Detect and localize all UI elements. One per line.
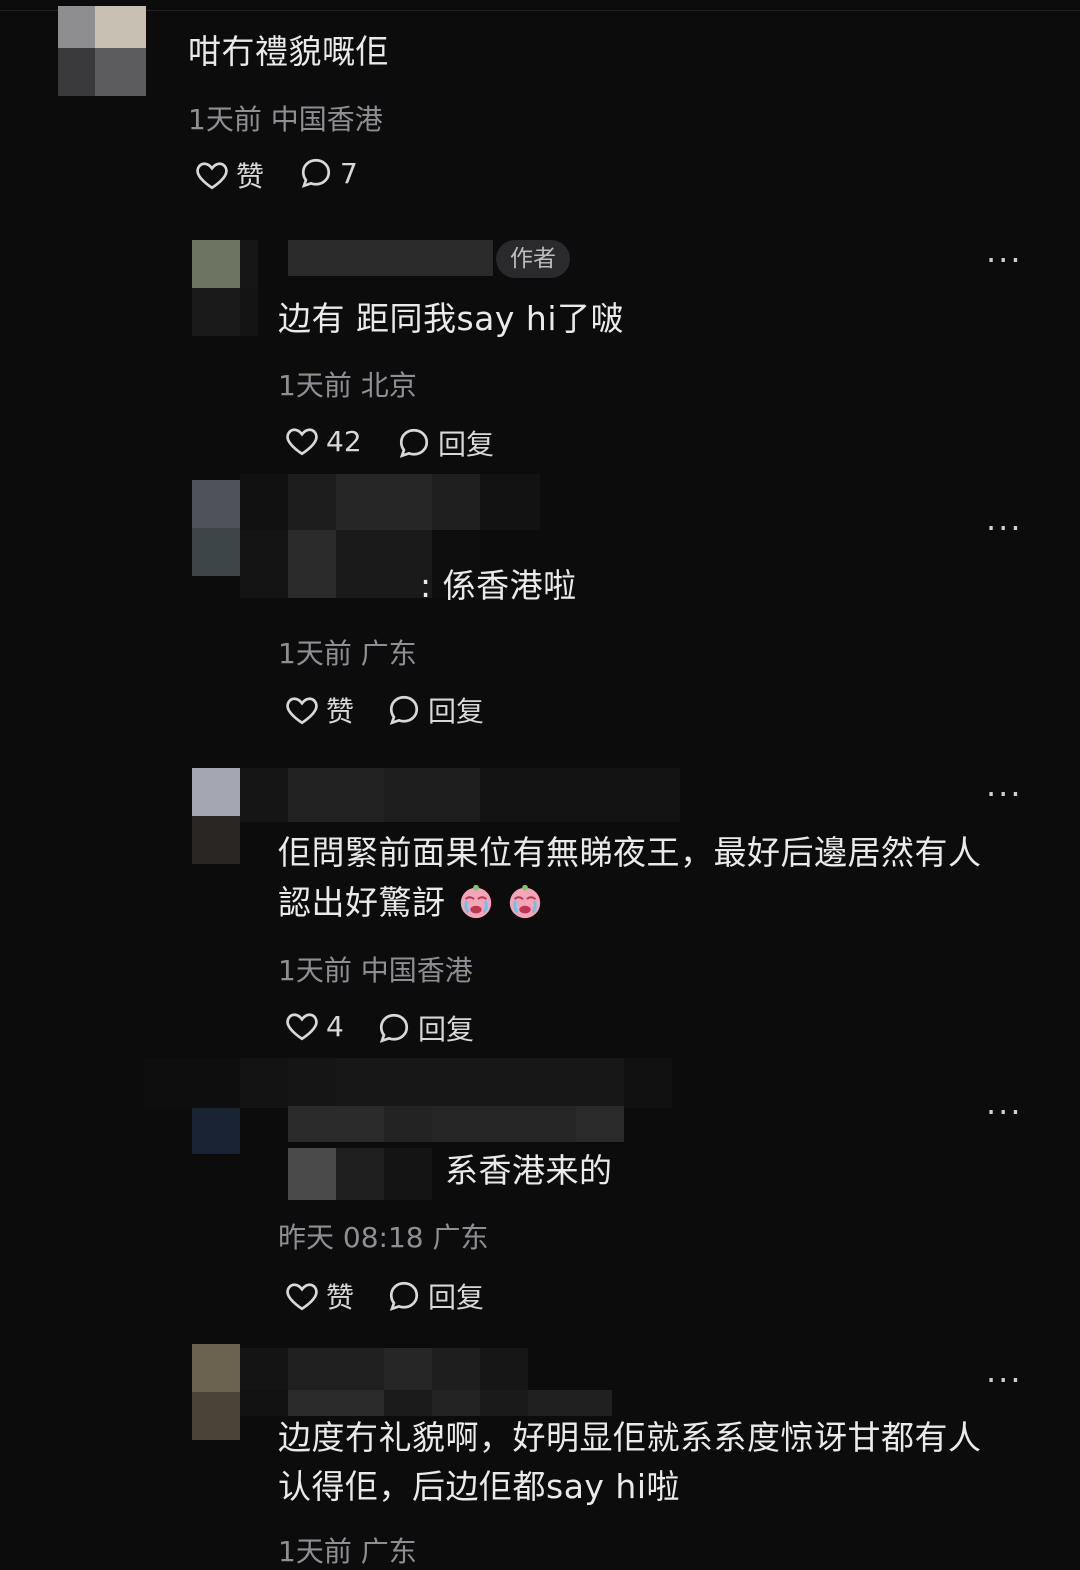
reply-button[interactable]: 回复 xyxy=(376,1008,474,1048)
reply-label: 回复 xyxy=(438,428,495,461)
more-options-button[interactable]: ··· xyxy=(986,1364,1023,1396)
heart-outline-icon xyxy=(286,428,318,456)
like-button[interactable]: 42 xyxy=(284,423,362,459)
like-button[interactable]: 4 xyxy=(284,1008,344,1044)
speech-bubble-icon xyxy=(389,695,419,725)
reply-button[interactable]: 回复 xyxy=(396,423,494,463)
reply-username-blurred xyxy=(288,1106,624,1142)
reply-label: 回复 xyxy=(418,1013,475,1046)
speech-bubble-icon xyxy=(399,428,429,458)
like-label: 赞 xyxy=(326,695,355,728)
reply-avatar[interactable] xyxy=(192,1106,240,1154)
like-count: 42 xyxy=(326,424,362,458)
like-count: 4 xyxy=(326,1009,344,1043)
reply-username-blurred xyxy=(288,1148,432,1200)
reply-avatar[interactable] xyxy=(192,240,258,336)
reply-button[interactable]: 回复 xyxy=(386,1276,484,1316)
reply-button[interactable]: 回复 xyxy=(386,690,484,730)
more-options-button[interactable]: ··· xyxy=(986,512,1023,544)
comment-meta: 1天前 中国香港 xyxy=(188,103,383,136)
speech-bubble-icon xyxy=(389,1281,419,1311)
reply-username-blurred xyxy=(240,1348,612,1416)
more-options-button[interactable]: ··· xyxy=(986,244,1023,276)
reply-meta: 昨天 08:18 广东 xyxy=(278,1221,489,1254)
more-options-button[interactable]: ··· xyxy=(986,778,1023,810)
reply-text-line2: 認出好驚訝 xyxy=(278,878,544,928)
reply-username-blurred xyxy=(144,1058,672,1108)
reply-meta: 1天前 中国香港 xyxy=(278,954,473,987)
heart-outline-icon xyxy=(196,162,228,190)
top-divider xyxy=(0,0,1080,11)
like-label: 赞 xyxy=(326,1281,355,1314)
reply-avatar[interactable] xyxy=(192,480,240,576)
crying-face-icon xyxy=(509,884,540,919)
comment-text: 咁冇禮貌嘅佢 xyxy=(188,32,389,71)
reply-text-line1: 佢問緊前面果位有無睇夜王，最好后邊居然有人 xyxy=(278,833,982,872)
reply-username-blurred xyxy=(240,768,680,822)
reply-meta: 1天前 北京 xyxy=(278,369,417,402)
speech-bubble-icon xyxy=(301,158,331,188)
heart-outline-icon xyxy=(286,1283,318,1311)
like-button[interactable]: 赞 xyxy=(284,1276,354,1316)
author-badge: 作者 xyxy=(496,240,570,278)
like-button[interactable]: 赞 xyxy=(194,155,264,195)
reply-count: 7 xyxy=(340,156,358,190)
reply-text-line2-content: 認出好驚訝 xyxy=(278,883,446,922)
reply-text: 系香港来的 xyxy=(445,1151,613,1190)
reply-username-blurred xyxy=(288,240,493,276)
reply-count-button[interactable]: 7 xyxy=(298,155,358,191)
reply-meta: 1天前 广东 xyxy=(278,637,417,670)
avatar[interactable] xyxy=(58,6,146,96)
like-label: 赞 xyxy=(236,160,265,193)
reply-label: 回复 xyxy=(428,695,485,728)
crying-face-icon xyxy=(460,884,491,919)
reply-text: : 係香港啦 xyxy=(420,566,577,605)
reply-label: 回复 xyxy=(428,1281,485,1314)
reply-text-line2: 认得佢，后边佢都say hi啦 xyxy=(278,1467,681,1506)
reply-text: 边有 距同我say hi了啵 xyxy=(278,299,625,338)
speech-bubble-icon xyxy=(379,1013,409,1043)
reply-avatar[interactable] xyxy=(192,1344,240,1440)
heart-outline-icon xyxy=(286,1013,318,1041)
reply-avatar[interactable] xyxy=(192,768,240,864)
heart-outline-icon xyxy=(286,697,318,725)
like-button[interactable]: 赞 xyxy=(284,690,354,730)
more-options-button[interactable]: ··· xyxy=(986,1096,1023,1128)
reply-meta-partial: 1天前 广东 xyxy=(278,1535,417,1568)
reply-text-line1: 边度冇礼貌啊，好明显佢就系系度惊讶甘都有人 xyxy=(278,1418,982,1457)
